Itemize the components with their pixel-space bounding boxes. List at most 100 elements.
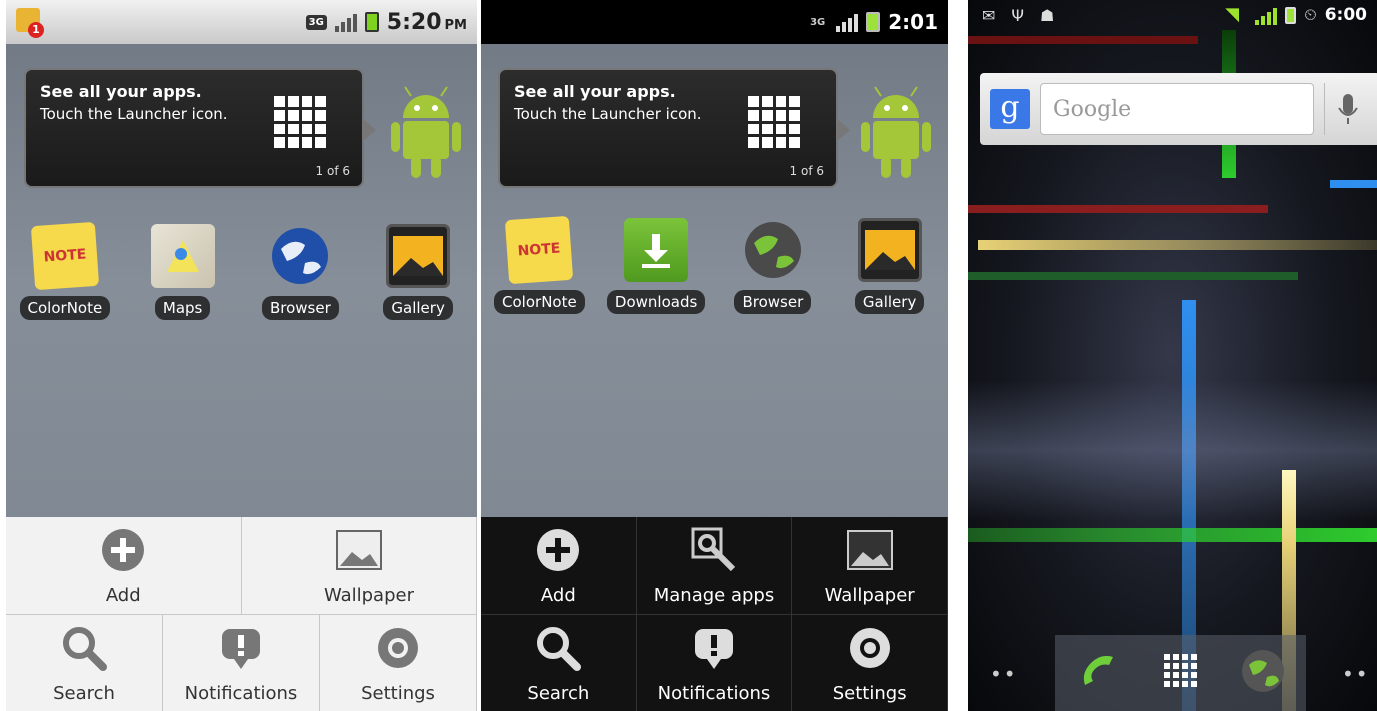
debug-icon: ☗ [1040,6,1055,25]
app-downloads[interactable]: Downloads [598,218,715,314]
launcher-grid-icon [274,96,326,148]
battery-icon [364,12,379,32]
menu-row: Add Wallpaper [6,517,477,615]
menu-manage-apps[interactable]: Manage apps [636,517,793,615]
menu-label: Wallpaper [323,585,414,606]
options-menu: Add Wallpaper Search Notifications Setti… [6,517,477,711]
app-maps[interactable]: Maps [124,224,242,320]
launcher-tip-widget[interactable]: See all your apps. Touch the Launcher ic… [498,68,850,188]
menu-row: Search Notifications Settings [6,615,477,711]
app-shortcuts: NOTE ColorNote Downloads Browser Gallery [481,215,948,314]
menu-add[interactable]: Add [6,517,242,615]
wallpaper-icon [335,527,382,573]
tip-page-indicator: 1 of 6 [789,164,824,178]
app-shortcuts: NOTE ColorNote Maps Browser Gallery [6,221,477,320]
globe-icon [268,224,332,288]
microphone-icon[interactable] [1324,83,1370,135]
wallpaper-streak [968,205,1268,213]
clock: 6:00 [1324,5,1367,25]
search-icon [535,625,582,671]
google-search-widget[interactable]: g Google [980,73,1377,145]
usb-icon: Ψ [1011,6,1024,25]
tip-page-indicator: 1 of 6 [315,164,350,178]
wallpaper-streak [978,240,1377,250]
status-bar[interactable]: 1 3G 5:20 PM [6,0,477,44]
app-label: ColorNote [494,290,585,314]
menu-wallpaper[interactable]: Wallpaper [241,517,477,615]
notification-badge: 1 [28,22,44,38]
app-browser[interactable]: Browser [242,224,360,320]
search-icon [61,625,107,671]
signal-icon [334,12,357,32]
tip-pointer [362,118,376,142]
wifi-icon: ◥ [1225,4,1240,25]
launcher-icon[interactable] [1163,654,1198,692]
menu-notifications[interactable]: Notifications [637,615,793,711]
menu-add[interactable]: Add [481,517,637,615]
app-label: ColorNote [19,296,111,320]
menu-notifications[interactable]: Notifications [163,615,320,711]
app-browser[interactable]: Browser [715,218,832,314]
android-robot-icon [861,86,931,178]
google-logo-icon[interactable]: g [990,89,1030,129]
app-gallery[interactable]: Gallery [359,224,477,320]
favorites-dock [1055,635,1306,711]
page-indicator-right: •• [1342,662,1370,686]
menu-settings[interactable]: Settings [792,615,948,711]
network-3g-icon: 3G [810,16,826,28]
menu-search[interactable]: Search [481,615,637,711]
clock: 2:01 [888,10,938,34]
menu-row: Add Manage apps Wallpaper [481,517,948,615]
tip-pointer [836,118,850,142]
notification-icons: ✉ Ψ ☗ [982,6,1054,25]
globe-icon [741,218,805,282]
menu-label: Search [53,683,115,704]
app-label: Gallery [854,290,925,314]
note-icon: NOTE [505,215,574,285]
maps-icon [150,224,215,288]
menu-label: Wallpaper [824,585,915,606]
add-icon [100,527,146,573]
app-label: Browser [261,296,339,320]
signal-icon [1255,5,1278,25]
menu-label: Add [540,585,576,606]
app-label: Gallery [383,296,453,320]
app-gallery[interactable]: Gallery [831,218,948,314]
manage-apps-icon [691,527,737,573]
app-label: Maps [154,296,211,320]
alarm-icon: ⏲ [1304,5,1317,24]
network-3g-icon: 3G [305,14,327,30]
phone-screen-froyo: 1 3G 5:20 PM See all your apps. Touch the… [6,0,477,711]
menu-label: Notifications [657,683,771,704]
menu-label: Manage apps [653,585,775,606]
menu-label: Add [105,585,141,606]
phone-screen-ics: ✉ Ψ ☗ ◥ ⏲ 6:00 g Google •• •• [968,0,1377,711]
search-input[interactable]: Google [1040,83,1314,135]
mail-icon: ✉ [982,6,996,25]
menu-label: Settings [832,683,907,704]
status-bar[interactable]: ✉ Ψ ☗ ◥ ⏲ 6:00 [968,0,1377,30]
gallery-icon [386,224,451,288]
signal-icon [836,12,859,32]
gallery-icon [857,218,922,282]
menu-wallpaper[interactable]: Wallpaper [792,517,948,615]
launcher-grid-icon [748,96,800,148]
android-robot-icon [391,86,461,178]
settings-icon [375,625,421,671]
app-colornote[interactable]: NOTE ColorNote [481,215,598,314]
launcher-tip-widget[interactable]: See all your apps. Touch the Launcher ic… [24,68,376,188]
wallpaper-streak [968,36,1198,44]
status-bar[interactable]: 3G 2:01 [481,0,948,44]
menu-search[interactable]: Search [6,615,163,711]
wallpaper-streak [1330,180,1377,188]
battery-icon [866,12,881,32]
app-colornote[interactable]: NOTE ColorNote [6,221,124,320]
phone-screen-gingerbread: 3G 2:01 See all your apps. Touch the Lau… [481,0,948,711]
wallpaper-streak [968,528,1377,542]
note-icon: NOTE [30,221,100,291]
browser-icon[interactable] [1241,649,1285,697]
wallpaper-icon [846,527,893,573]
menu-label: Notifications [184,683,298,704]
menu-settings[interactable]: Settings [320,615,477,711]
phone-icon[interactable] [1077,649,1121,697]
